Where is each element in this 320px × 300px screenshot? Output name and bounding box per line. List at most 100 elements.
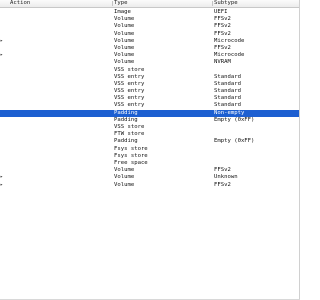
row-type: Padding: [114, 109, 138, 116]
tree-row[interactable]: Padding Empty (0xFF): [0, 138, 300, 145]
row-type: Volume: [114, 23, 135, 30]
row-subtype: FFSv2: [214, 30, 231, 37]
tree-expander[interactable]: [0, 131, 8, 138]
tree-expander[interactable]: ▸: [0, 182, 8, 189]
tree-row[interactable]: ▸ Volume Unknown: [0, 174, 300, 181]
tree-row[interactable]: Free space: [0, 160, 300, 167]
tree-expander[interactable]: ▸: [0, 38, 8, 45]
tree-row[interactable]: FTW store: [0, 131, 300, 138]
row-type: Volume: [114, 167, 135, 174]
tree-row[interactable]: Image UEFI: [0, 9, 300, 16]
tree-expander[interactable]: [0, 45, 8, 52]
tree-expander[interactable]: ▸: [0, 52, 8, 59]
tree-expander[interactable]: [0, 95, 8, 102]
row-type: Volume: [114, 44, 135, 51]
tree-expander[interactable]: [0, 146, 8, 153]
column-header-type[interactable]: Type: [114, 0, 127, 7]
column-header-action[interactable]: Action: [10, 0, 30, 7]
row-subtype: Empty (0xFF): [214, 116, 255, 123]
tree-expander[interactable]: ▸: [0, 174, 8, 181]
row-type: Volume: [114, 30, 135, 37]
row-type: VSS store: [114, 66, 145, 73]
tree-expander[interactable]: [0, 31, 8, 38]
row-subtype: FFSv2: [214, 167, 231, 174]
row-subtype: FFSv2: [214, 16, 231, 23]
tree-expander[interactable]: [0, 74, 8, 81]
tree-row[interactable]: Fsys store: [0, 146, 300, 153]
row-type: Volume: [114, 37, 135, 44]
tree-row[interactable]: ▸ Volume Microcode: [0, 38, 300, 45]
tree-row[interactable]: Volume FFSv2: [0, 23, 300, 30]
expand-arrow-icon[interactable]: ▸: [0, 52, 3, 59]
tree-row[interactable]: Padding Non-empty: [0, 109, 300, 117]
tree-row[interactable]: Volume FFSv2: [0, 45, 300, 52]
row-subtype: Microcode: [214, 52, 245, 59]
tree-row[interactable]: VSS entry Standard: [0, 74, 300, 81]
row-subtype: [214, 131, 300, 138]
row-subtype: Standard: [214, 73, 241, 80]
tree-expander[interactable]: [0, 124, 8, 131]
column-header-bar: Action Type Subtype: [0, 0, 300, 8]
tree-row[interactable]: VSS store: [0, 67, 300, 74]
tree-row[interactable]: VSS entry Standard: [0, 88, 300, 95]
row-subtype: [214, 160, 300, 167]
row-subtype: FFSv2: [214, 23, 231, 30]
row-type: Padding: [114, 138, 138, 145]
row-type: VSS entry: [114, 88, 145, 95]
row-type: Volume: [114, 181, 135, 188]
row-type: Volume: [114, 52, 135, 59]
row-subtype: Non-empty: [214, 109, 245, 116]
row-type: Fsys store: [114, 145, 148, 152]
row-subtype: FFSv2: [214, 44, 231, 51]
expand-arrow-icon[interactable]: ▸: [0, 38, 3, 45]
window-edge: [299, 0, 300, 300]
expand-arrow-icon[interactable]: ▸: [0, 182, 3, 189]
row-subtype: Standard: [214, 95, 241, 102]
row-subtype: Standard: [214, 88, 241, 95]
row-subtype: Microcode: [214, 37, 245, 44]
tree-expander[interactable]: [0, 23, 8, 30]
tree-expander[interactable]: [0, 138, 8, 145]
tree-expander[interactable]: [0, 160, 8, 167]
tree-expander[interactable]: [0, 117, 8, 124]
row-type: Volume: [114, 59, 135, 66]
tree-row[interactable]: ▸ Volume FFSv2: [0, 182, 300, 189]
tree-row[interactable]: VSS store: [0, 124, 300, 131]
row-type: VSS entry: [114, 80, 145, 87]
tree-row[interactable]: Padding Empty (0xFF): [0, 117, 300, 124]
row-type: VSS entry: [114, 102, 145, 109]
tree-row[interactable]: Volume FFSv2: [0, 16, 300, 23]
column-divider[interactable]: [212, 1, 213, 6]
tree-row[interactable]: VSS entry Standard: [0, 102, 300, 109]
tree-row[interactable]: Volume FFSv2: [0, 167, 300, 174]
row-type: Volume: [114, 174, 135, 181]
tree-expander[interactable]: [0, 102, 8, 109]
row-type: Volume: [114, 16, 135, 23]
expand-arrow-icon[interactable]: ▸: [0, 174, 3, 181]
tree-expander[interactable]: [0, 16, 8, 23]
tree-expander[interactable]: [0, 9, 8, 16]
row-subtype: [214, 153, 300, 160]
tree-row[interactable]: Fsys store: [0, 153, 300, 160]
tree-row[interactable]: VSS entry Standard: [0, 95, 300, 102]
tree-expander[interactable]: [0, 153, 8, 160]
tree-expander[interactable]: [0, 59, 8, 66]
tree-row[interactable]: VSS entry Standard: [0, 81, 300, 88]
row-subtype: Standard: [214, 80, 241, 87]
tree-expander[interactable]: [0, 110, 8, 117]
tree-expander[interactable]: [0, 167, 8, 174]
column-header-subtype[interactable]: Subtype: [214, 0, 238, 7]
row-type: Free space: [114, 159, 148, 166]
column-divider[interactable]: [112, 1, 113, 6]
row-subtype: Empty (0xFF): [214, 138, 255, 145]
row-type: Padding: [114, 116, 138, 123]
tree-row[interactable]: ▸ Volume Microcode: [0, 52, 300, 59]
tree-expander[interactable]: [0, 67, 8, 74]
tree-expander[interactable]: [0, 81, 8, 88]
tree-expander[interactable]: [0, 88, 8, 95]
row-type: VSS entry: [114, 73, 145, 80]
row-subtype: Unknown: [214, 174, 238, 181]
tree-row[interactable]: Volume FFSv2: [0, 31, 300, 38]
tree-row[interactable]: Volume NVRAM: [0, 59, 300, 66]
structure-tree-view: Action Type Subtype Image UEFI Volume FFSv2…: [0, 0, 300, 300]
